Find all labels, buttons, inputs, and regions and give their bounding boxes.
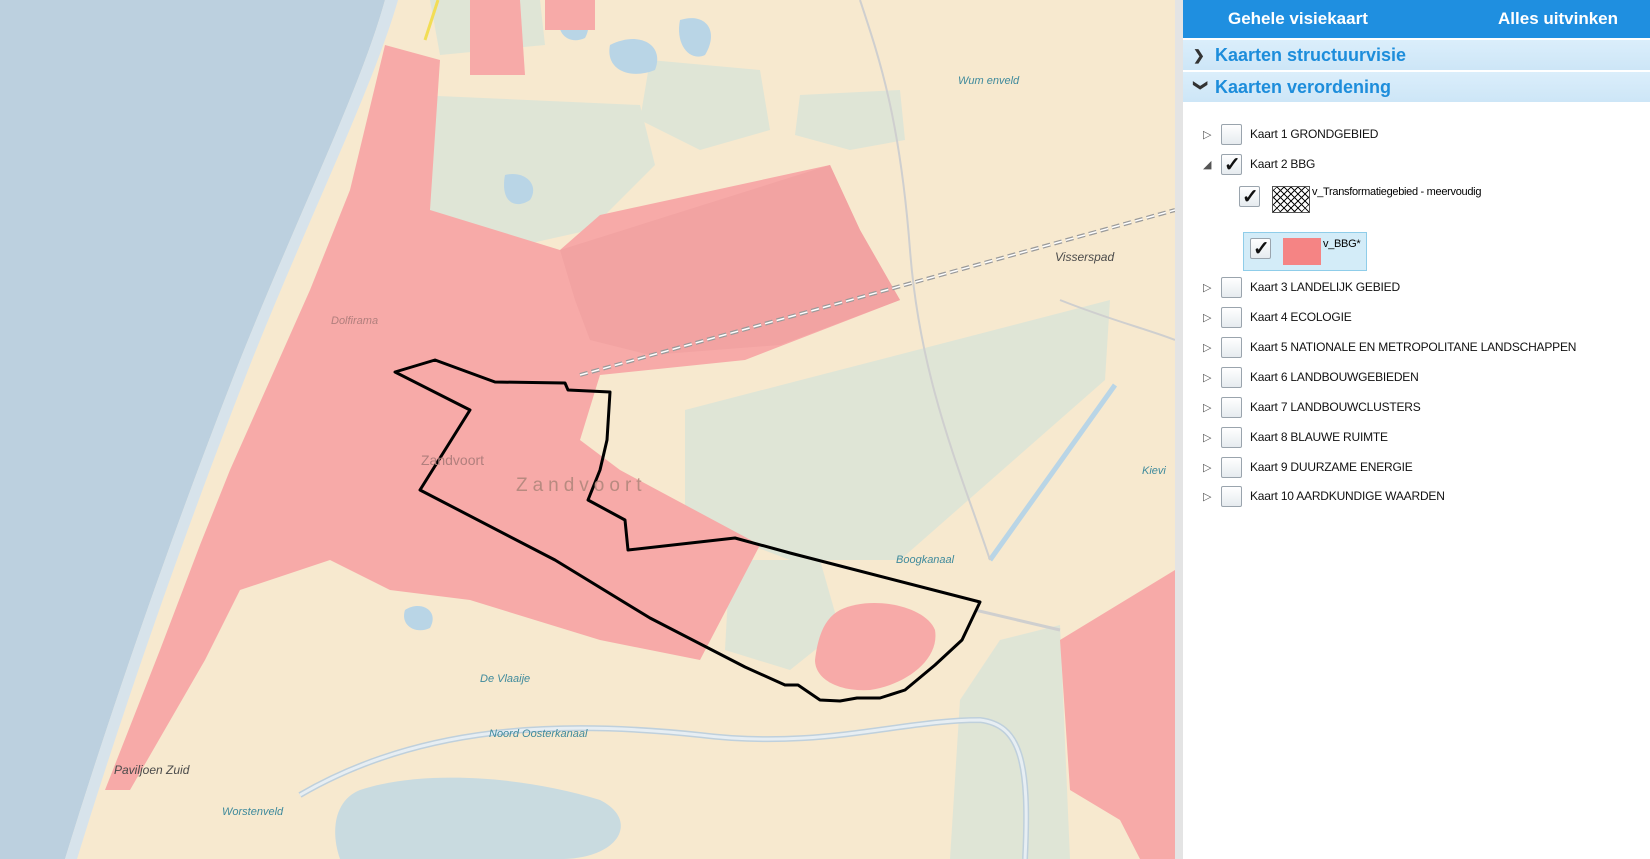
bbg-area	[470, 0, 525, 75]
section-structuurvisie[interactable]: ❯ Kaarten structuurvisie	[1183, 40, 1650, 70]
expand-arrow-icon[interactable]: ▷	[1203, 431, 1217, 444]
panel-toolbar: Gehele visiekaart Alles uitvinken	[1183, 0, 1650, 38]
layer-item[interactable]: ▷ Kaart 8 BLAUWE RUIMTE	[1203, 425, 1388, 449]
expand-arrow-icon[interactable]: ▷	[1203, 401, 1217, 414]
sublayer-checkbox[interactable]	[1250, 236, 1271, 261]
layer-checkbox[interactable]	[1221, 336, 1242, 358]
layer-item[interactable]: ▷ Kaart 1 GRONDGEBIED	[1203, 122, 1378, 146]
map-label: Zandvoort	[421, 452, 485, 468]
map-label: Noord Oosterkanaal	[489, 728, 588, 740]
bbg-area	[545, 0, 595, 30]
layer-checkbox[interactable]	[1221, 366, 1242, 388]
map-label: Kievi	[1142, 465, 1166, 477]
map-view[interactable]: Wum enveld Visserspad Dolfirama Zandvoor…	[0, 0, 1175, 859]
layer-item[interactable]: ◢ Kaart 2 BBG	[1203, 152, 1316, 177]
pink-swatch-icon	[1283, 238, 1321, 265]
layer-checkbox[interactable]	[1221, 426, 1242, 448]
layer-label: Kaart 1 GRONDGEBIED	[1250, 127, 1379, 141]
layer-checkbox[interactable]	[1221, 306, 1242, 328]
layer-panel: Gehele visiekaart Alles uitvinken ❯ Kaar…	[1175, 0, 1650, 859]
sublayer-item[interactable]: v_Transformatiegebied - meervoudig	[1239, 184, 1482, 213]
map-label: Visserspad	[1055, 250, 1115, 264]
layer-label: Kaart 2 BBG	[1250, 157, 1316, 171]
layer-checkbox[interactable]	[1221, 276, 1242, 298]
layer-item[interactable]: ▷ Kaart 3 LANDELIJK GEBIED	[1203, 275, 1400, 299]
chevron-right-icon: ❯	[1193, 46, 1205, 63]
layer-checkbox[interactable]	[1221, 485, 1242, 507]
expand-arrow-icon[interactable]: ▷	[1203, 281, 1217, 294]
map-label: Worstenveld	[222, 806, 284, 818]
map-label: Zandvoort	[516, 475, 647, 496]
layer-label: Kaart 10 AARDKUNDIGE WAARDEN	[1250, 489, 1445, 503]
layer-item[interactable]: ▷ Kaart 5 NATIONALE EN METROPOLITANE LAN…	[1203, 335, 1576, 359]
expand-arrow-icon[interactable]: ▷	[1203, 341, 1217, 354]
layer-item[interactable]: ▷ Kaart 4 ECOLOGIE	[1203, 305, 1352, 329]
sublayer-label: v_Transformatiegebied - meervoudig	[1312, 186, 1482, 198]
layer-label: Kaart 9 DUURZAME ENERGIE	[1250, 460, 1413, 474]
sublayer-label: v_BBG*	[1323, 238, 1361, 250]
map-label: Dolfirama	[331, 315, 379, 327]
collapse-arrow-icon[interactable]: ◢	[1203, 158, 1217, 171]
expand-arrow-icon[interactable]: ▷	[1203, 128, 1217, 141]
layer-item[interactable]: ▷ Kaart 7 LANDBOUWCLUSTERS	[1203, 395, 1421, 419]
layer-item[interactable]: ▷ Kaart 10 AARDKUNDIGE WAARDEN	[1203, 484, 1445, 508]
section-title: Kaarten verordening	[1215, 76, 1392, 97]
chevron-down-icon: ❯	[1193, 79, 1210, 91]
layer-label: Kaart 7 LANDBOUWCLUSTERS	[1250, 400, 1421, 414]
layer-label: Kaart 8 BLAUWE RUIMTE	[1250, 430, 1388, 444]
expand-arrow-icon[interactable]: ▷	[1203, 311, 1217, 324]
map-canvas[interactable]	[0, 0, 1175, 859]
expand-arrow-icon[interactable]: ▷	[1203, 490, 1217, 503]
section-title: Kaarten structuurvisie	[1215, 44, 1407, 65]
layer-checkbox[interactable]	[1221, 123, 1242, 145]
map-label: Wum enveld	[958, 75, 1020, 87]
section-verordening[interactable]: ❯ Kaarten verordening	[1183, 72, 1650, 102]
layer-checkbox[interactable]	[1221, 396, 1242, 418]
map-label: De Vlaaije	[480, 673, 531, 685]
expand-arrow-icon[interactable]: ▷	[1203, 461, 1217, 474]
hatch-swatch-icon	[1272, 186, 1310, 213]
layer-item[interactable]: ▷ Kaart 9 DUURZAME ENERGIE	[1203, 455, 1413, 479]
sublayer-item[interactable]: v_BBG*	[1243, 232, 1368, 271]
layer-checkbox[interactable]	[1221, 152, 1242, 177]
layer-checkbox[interactable]	[1221, 456, 1242, 478]
layer-label: Kaart 4 ECOLOGIE	[1250, 310, 1352, 324]
sublayer-checkbox[interactable]	[1239, 184, 1260, 209]
map-label: Paviljoen Zuid	[114, 763, 190, 777]
map-label: Boogkanaal	[896, 554, 955, 566]
uncheck-all-button[interactable]: Alles uitvinken	[1498, 9, 1618, 29]
layer-label: Kaart 3 LANDELIJK GEBIED	[1250, 280, 1400, 294]
layer-item[interactable]: ▷ Kaart 6 LANDBOUWGEBIEDEN	[1203, 365, 1419, 389]
expand-arrow-icon[interactable]: ▷	[1203, 371, 1217, 384]
full-map-button[interactable]: Gehele visiekaart	[1228, 9, 1368, 29]
layer-label: Kaart 6 LANDBOUWGEBIEDEN	[1250, 370, 1419, 384]
layer-label: Kaart 5 NATIONALE EN METROPOLITANE LANDS…	[1250, 340, 1577, 354]
